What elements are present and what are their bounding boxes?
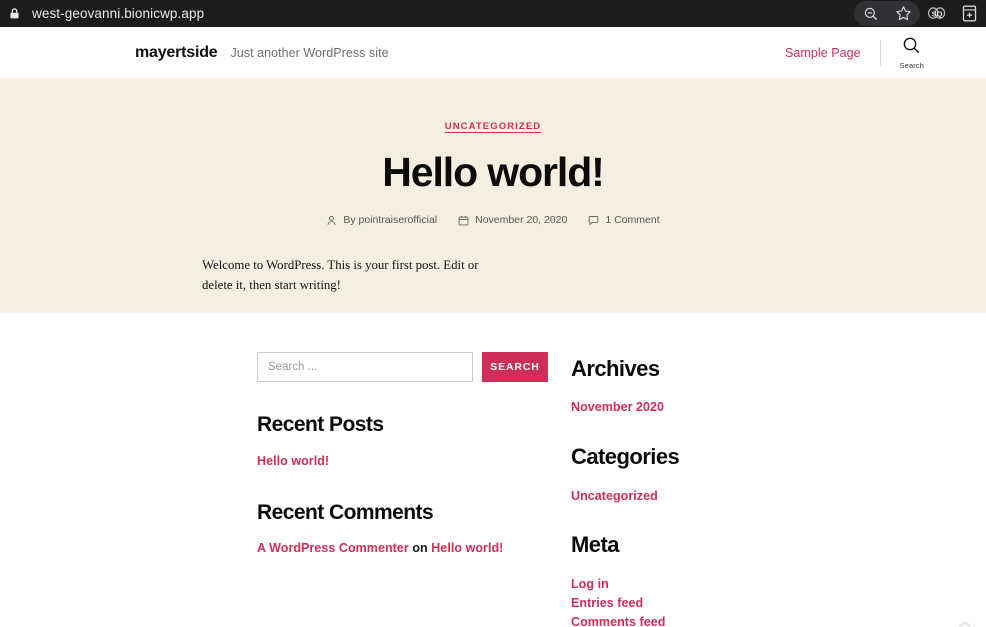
primary-navigation: Sample Page Search <box>785 36 924 70</box>
meta-link-comments-feed[interactable]: Comments feed <box>571 615 665 627</box>
categories-title: Categories <box>571 444 680 469</box>
recent-comments-title: Recent Comments <box>257 501 434 524</box>
list-item: Log in <box>571 575 871 593</box>
omnibox-actions-group <box>854 1 920 26</box>
bookmark-star-icon[interactable] <box>887 0 920 27</box>
archive-link[interactable]: November 2020 <box>571 400 664 414</box>
header-search-label: Search <box>899 60 924 70</box>
recent-comments-list: A WordPress Commenter on Hello world! <box>257 541 571 555</box>
recent-posts-title: Recent Posts <box>257 413 384 436</box>
site-tagline: Just another WordPress site <box>230 45 389 60</box>
list-item: Uncategorized <box>571 487 871 505</box>
post-meta: By pointraiserofficial November 20, 2020 <box>193 214 793 226</box>
list-item: A WordPress Commenter on Hello world! <box>257 541 571 555</box>
recent-comments-widget: Recent Comments A WordPress Commenter on… <box>257 501 571 555</box>
person-icon <box>326 215 337 226</box>
post-body-text: Welcome to WordPress. This is your first… <box>202 258 479 293</box>
calendar-icon <box>458 215 469 226</box>
list-item: Hello world! <box>257 452 571 470</box>
widget-area: SEARCH Recent Posts Hello world! Recent … <box>0 313 986 627</box>
list-item: November 2020 <box>571 398 871 416</box>
meta-link-entries-feed[interactable]: Entries feed <box>571 596 643 610</box>
search-widget: SEARCH <box>257 352 571 382</box>
recent-post-link[interactable]: Hello world! <box>257 454 329 468</box>
lock-icon[interactable] <box>8 7 21 20</box>
post-category-link[interactable]: UNCATEGORIZED <box>445 121 541 132</box>
zoom-out-icon[interactable] <box>854 0 887 27</box>
post-meta-date[interactable]: November 20, 2020 <box>458 214 567 226</box>
meta-list: Log in Entries feed Comments feed WordPr… <box>571 575 871 627</box>
post-meta-comments[interactable]: 1 Comment <box>588 214 660 227</box>
comment-bubble-icon <box>588 215 599 226</box>
meta-widget: Meta Log in Entries feed Comments feed W… <box>571 532 871 627</box>
archives-list: November 2020 <box>571 398 871 416</box>
meta-link-log-in[interactable]: Log in <box>571 577 609 591</box>
categories-widget: Categories Uncategorized <box>571 444 871 505</box>
post-content: Welcome to WordPress. This is your first… <box>193 256 793 296</box>
site-title[interactable]: mayertside <box>135 44 218 62</box>
browser-toolbar: west-geovanni.bionicwp.app SQ <box>0 0 986 27</box>
comment-author-link[interactable]: A WordPress Commenter <box>257 541 409 555</box>
chevron-up-icon <box>958 620 972 627</box>
recent-posts-list: Hello world! <box>257 452 571 470</box>
list-item: Comments feed <box>571 613 871 627</box>
address-bar[interactable]: west-geovanni.bionicwp.app <box>0 6 854 21</box>
extension-sq-icon[interactable]: SQ <box>920 0 953 27</box>
post-date: November 20, 2020 <box>475 214 568 227</box>
post-hero-inner: UNCATEGORIZED Hello world! By pointraise… <box>193 116 793 226</box>
comment-connector: on <box>412 541 428 555</box>
page-viewport: mayertside Just another WordPress site S… <box>0 27 986 627</box>
categories-list: Uncategorized <box>571 487 871 505</box>
search-button[interactable]: SEARCH <box>482 352 548 382</box>
post-author-name: By pointraiserofficial <box>343 214 438 227</box>
list-item: Entries feed <box>571 594 871 612</box>
header-search-toggle[interactable]: Search <box>881 36 924 70</box>
page-title: Hello world! <box>382 149 605 195</box>
side-panel-icon[interactable] <box>953 0 986 27</box>
post-meta-author[interactable]: By pointraiserofficial <box>326 214 437 226</box>
svg-text:SQ: SQ <box>931 9 942 18</box>
nav-item-sample-page[interactable]: Sample Page <box>785 46 880 60</box>
post-hero: UNCATEGORIZED Hello world! By pointraise… <box>0 78 986 313</box>
magnifier-icon <box>902 36 921 60</box>
recent-posts-widget: Recent Posts Hello world! <box>257 413 571 470</box>
post-comment-count: 1 Comment <box>605 214 660 227</box>
comment-post-link[interactable]: Hello world! <box>431 541 503 555</box>
scroll-to-top-button[interactable] <box>951 618 979 627</box>
archives-title: Archives <box>571 356 660 381</box>
category-link[interactable]: Uncategorized <box>571 489 658 503</box>
search-input[interactable] <box>257 352 473 382</box>
address-text[interactable]: west-geovanni.bionicwp.app <box>32 6 204 21</box>
meta-title: Meta <box>571 532 619 557</box>
site-branding[interactable]: mayertside Just another WordPress site <box>135 44 785 62</box>
archives-widget: Archives November 2020 <box>571 356 871 416</box>
widget-column-left: SEARCH Recent Posts Hello world! Recent … <box>257 352 571 627</box>
widget-column-right: Archives November 2020 Categories Uncate… <box>571 352 871 627</box>
browser-toolbar-actions: SQ <box>854 0 986 27</box>
site-header: mayertside Just another WordPress site S… <box>0 27 986 78</box>
